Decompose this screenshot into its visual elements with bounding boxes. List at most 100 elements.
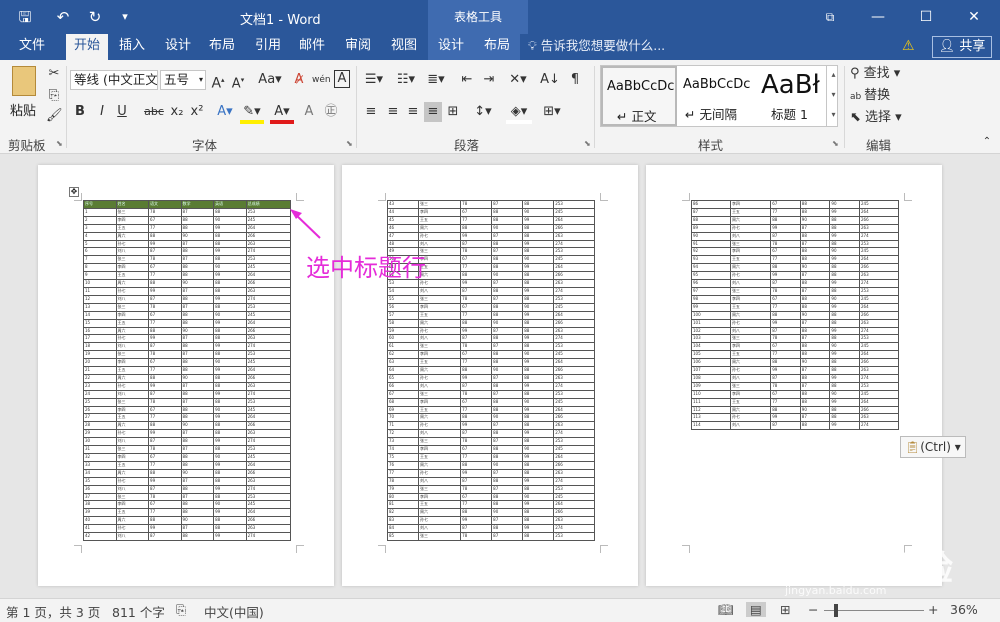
table-cell[interactable]: 264 (553, 358, 595, 368)
table-cell[interactable]: 88 (799, 279, 831, 288)
table-cell[interactable]: 5 (83, 239, 117, 249)
table-cell[interactable]: 74 (386, 445, 420, 454)
table-cell[interactable]: 87 (180, 239, 215, 249)
tab-insert[interactable]: 插入 (112, 34, 152, 60)
table-cell[interactable]: 90 (491, 271, 524, 281)
table-cell[interactable]: 253 (553, 247, 595, 257)
replace-button[interactable]: ab 替换 (850, 86, 890, 107)
table-cell[interactable]: 88 (180, 437, 215, 447)
decrease-indent-icon[interactable]: ⇤ (458, 70, 476, 90)
table-cell[interactable]: 孙七 (418, 326, 462, 336)
table-cell[interactable]: 88 (829, 239, 861, 249)
table-cell[interactable]: 264 (859, 207, 899, 217)
table-cell[interactable]: 周六 (729, 358, 772, 368)
table-cell[interactable]: 99 (213, 342, 247, 352)
table-cell[interactable]: 67 (460, 445, 493, 454)
table-cell[interactable]: 张三 (729, 334, 772, 344)
table-cell[interactable]: 13 (83, 302, 117, 312)
table-cell[interactable]: 88 (180, 389, 215, 399)
table-row[interactable]: 30 刘八 87 88 99 274 (83, 437, 292, 447)
table-cell[interactable]: 78 (148, 302, 182, 312)
table-cell[interactable]: 77 (460, 215, 493, 225)
table-cell[interactable]: 78 (148, 207, 182, 217)
table-cell[interactable]: 266 (245, 421, 292, 431)
table-cell[interactable]: 44 (386, 207, 420, 217)
table-row[interactable]: 62 李四 67 88 90 245 (386, 350, 595, 360)
table-cell[interactable]: 274 (553, 524, 595, 534)
table-cell[interactable]: 274 (553, 381, 595, 391)
table-cell[interactable]: 88 (213, 231, 247, 241)
table-cell[interactable]: 李四 (729, 389, 772, 399)
table-cell[interactable]: 263 (245, 429, 292, 439)
table-cell[interactable]: 孙七 (729, 223, 772, 233)
table-cell[interactable]: 12 (83, 294, 117, 304)
table-cell[interactable]: 64 (386, 366, 420, 375)
table-cell[interactable]: 90 (491, 508, 524, 518)
table-cell[interactable]: 10 (83, 279, 117, 288)
table-row[interactable]: 15 王五 77 88 99 264 (83, 318, 292, 328)
table-cell[interactable]: 90 (799, 358, 831, 368)
table-cell[interactable]: 63 (386, 358, 420, 368)
table-cell[interactable]: 90 (213, 310, 247, 320)
table-cell[interactable]: 76 (386, 460, 420, 470)
table-cell[interactable]: 274 (245, 294, 292, 304)
table-cell[interactable]: 88 (522, 516, 555, 526)
table-row[interactable]: 37 张三 78 87 88 253 (83, 492, 292, 502)
table-cell[interactable]: 88 (213, 239, 247, 249)
table-cell[interactable]: 266 (245, 468, 292, 478)
table-cell[interactable]: 253 (245, 255, 292, 265)
table-cell[interactable]: 84 (386, 524, 420, 534)
table-cell[interactable]: 77 (770, 397, 801, 407)
change-case-icon[interactable]: Aa▾ (256, 70, 284, 90)
table-cell[interactable]: 李四 (418, 492, 462, 502)
table-cell[interactable]: 274 (553, 286, 595, 296)
table-cell[interactable]: 263 (245, 239, 292, 249)
table-cell[interactable]: 88 (799, 397, 831, 407)
table-cell[interactable]: 104 (691, 342, 731, 352)
table-cell[interactable]: 99 (829, 207, 861, 217)
table-cell[interactable]: 99 (522, 239, 555, 249)
table-cell[interactable]: 78 (386, 476, 420, 486)
table-cell[interactable]: 88 (148, 516, 182, 526)
table-cell[interactable]: 周六 (418, 318, 462, 328)
table-cell[interactable]: 34 (83, 468, 117, 478)
table-cell[interactable]: 88 (691, 215, 731, 225)
table-cell[interactable]: 57 (386, 310, 420, 320)
table-cell[interactable]: 90 (522, 397, 555, 407)
table-row[interactable]: 65 孙七 99 87 88 263 (386, 373, 595, 383)
table-row[interactable]: 106 周六 88 90 88 266 (691, 358, 899, 368)
table-cell[interactable]: 王五 (729, 207, 772, 217)
table-row[interactable]: 58 周六 88 90 88 266 (386, 318, 595, 328)
table-cell[interactable]: 李四 (418, 397, 462, 407)
table-cell[interactable]: 周六 (115, 231, 150, 241)
table-cell[interactable]: 88 (180, 271, 215, 281)
table-cell[interactable]: 90 (180, 231, 215, 241)
table-cell[interactable]: 88 (522, 389, 555, 399)
table-cell[interactable]: 111 (691, 397, 731, 407)
table-row[interactable]: 56 李四 67 88 90 245 (386, 302, 595, 312)
table-row[interactable]: 94 周六 88 90 88 266 (691, 263, 899, 273)
table-cell[interactable]: 99 (522, 263, 555, 273)
table-row[interactable]: 22 周六 88 90 88 266 (83, 373, 292, 383)
table-cell[interactable]: 47 (386, 231, 420, 241)
table-cell[interactable]: 孙七 (729, 413, 772, 423)
table-cell[interactable]: 245 (859, 200, 899, 209)
table-cell[interactable]: 87 (180, 492, 215, 502)
table-cell[interactable]: 78 (770, 334, 801, 344)
table-cell[interactable]: 263 (553, 231, 595, 241)
table-row[interactable]: 6 刘八 87 88 99 274 (83, 247, 292, 257)
table-row[interactable]: 5 孙七 99 87 88 263 (83, 239, 292, 249)
table-cell[interactable]: 90 (522, 350, 555, 360)
text-effects-icon[interactable]: A▾ (214, 102, 236, 122)
table-cell[interactable]: 253 (245, 492, 292, 502)
table-cell[interactable]: 张三 (418, 484, 462, 494)
table-cell[interactable]: 67 (770, 342, 801, 352)
bullets-icon[interactable]: ☰▾ (362, 70, 386, 90)
table-cell[interactable]: 88 (491, 524, 524, 534)
table-cell[interactable]: 孙七 (115, 286, 150, 296)
table-cell[interactable]: 264 (245, 223, 292, 233)
table-cell[interactable]: 王五 (418, 405, 462, 415)
table-cell[interactable]: 88 (180, 366, 215, 375)
table-cell[interactable]: 88 (522, 231, 555, 241)
table-cell[interactable]: 99 (522, 453, 555, 462)
